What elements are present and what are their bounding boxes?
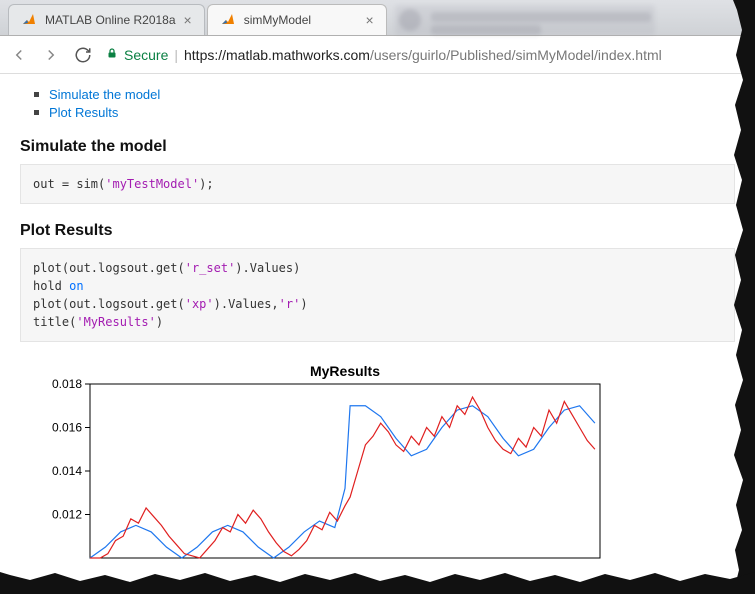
- browser-toolbar: Secure | https://matlab.mathworks.com/us…: [0, 36, 755, 74]
- svg-text:MyResults: MyResults: [310, 363, 380, 379]
- heading-simulate: Simulate the model: [20, 138, 735, 156]
- toc-item: Simulate the model: [34, 87, 735, 102]
- close-icon[interactable]: ×: [366, 13, 374, 27]
- secure-label: Secure: [124, 47, 168, 63]
- page-content: Simulate the model Plot Results Simulate…: [0, 74, 755, 580]
- heading-plot: Plot Results: [20, 222, 735, 240]
- reload-button[interactable]: [74, 46, 92, 64]
- tab-title: simMyModel: [244, 13, 311, 27]
- blurred-area: [395, 5, 655, 35]
- url-text: https://matlab.mathworks.com/users/guirl…: [184, 47, 662, 63]
- browser-tab-matlab[interactable]: MATLAB Online R2018a ×: [8, 4, 205, 35]
- chart: MyResults 0.012 0.014 0.016 0.018: [20, 360, 610, 560]
- close-icon[interactable]: ×: [184, 13, 192, 27]
- lock-icon: [106, 46, 118, 63]
- toc-list: Simulate the model Plot Results: [34, 87, 735, 120]
- svg-text:0.012: 0.012: [52, 508, 82, 522]
- separator: |: [174, 47, 178, 63]
- code-block-plot[interactable]: plot(out.logsout.get('r_set').Values) ho…: [20, 248, 735, 342]
- code-block-simulate[interactable]: out = sim('myTestModel');: [20, 164, 735, 204]
- address-bar[interactable]: Secure | https://matlab.mathworks.com/us…: [106, 46, 745, 63]
- browser-tab-simmymodel[interactable]: simMyModel ×: [207, 4, 387, 35]
- back-button[interactable]: [10, 46, 28, 64]
- matlab-icon: [21, 12, 37, 28]
- browser-tabbar: MATLAB Online R2018a × simMyModel ×: [0, 0, 755, 36]
- svg-text:0.016: 0.016: [52, 421, 82, 435]
- forward-button[interactable]: [42, 46, 60, 64]
- chart-area: MyResults 0.012 0.014 0.016 0.018: [20, 360, 735, 560]
- svg-text:0.014: 0.014: [52, 464, 82, 478]
- toc-link-simulate[interactable]: Simulate the model: [49, 87, 160, 102]
- toc-link-plot[interactable]: Plot Results: [49, 105, 118, 120]
- toc-item: Plot Results: [34, 105, 735, 120]
- svg-text:0.018: 0.018: [52, 377, 82, 391]
- matlab-icon: [220, 12, 236, 28]
- tab-title: MATLAB Online R2018a: [45, 13, 176, 27]
